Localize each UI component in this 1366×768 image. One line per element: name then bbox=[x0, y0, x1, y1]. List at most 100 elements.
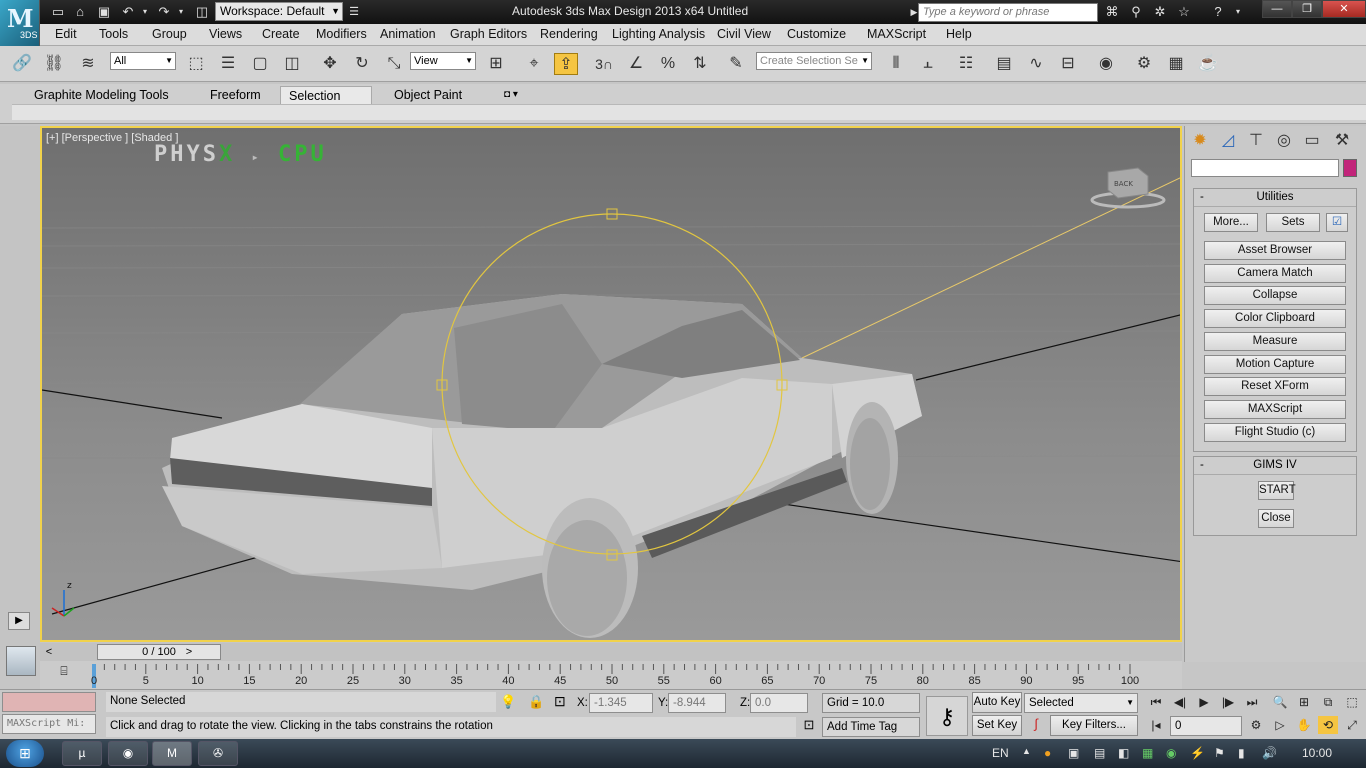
action-center-icon[interactable]: ⚑ bbox=[1214, 746, 1225, 760]
previous-key-icon[interactable]: ◀| bbox=[1170, 693, 1190, 711]
rectangular-selection-icon[interactable]: ▢ bbox=[248, 53, 272, 75]
ribbon-options-dropdown[interactable]: ◘ ▾ bbox=[496, 86, 526, 104]
create-tab-icon[interactable]: ✹ bbox=[1189, 130, 1211, 152]
reset-xform-button[interactable]: Reset XForm bbox=[1204, 377, 1346, 396]
utilities-rollout-header[interactable]: - Utilities bbox=[1194, 189, 1356, 207]
motion-capture-button[interactable]: Motion Capture bbox=[1204, 355, 1346, 374]
time-configuration-icon[interactable]: ⚙ bbox=[1246, 716, 1266, 734]
redo-icon[interactable]: ↷ bbox=[156, 4, 172, 20]
show-hidden-icons-icon[interactable]: ▲ bbox=[1022, 746, 1031, 756]
close-window-button[interactable]: ✕ bbox=[1322, 0, 1366, 18]
chrome-taskbar-icon[interactable]: ◉ bbox=[108, 741, 148, 766]
percent-snap-icon[interactable]: % bbox=[656, 53, 680, 75]
3dsmax-taskbar-icon[interactable]: M bbox=[152, 741, 192, 766]
tray-app-icon[interactable]: ▤ bbox=[1094, 746, 1105, 760]
layer-manager-icon[interactable]: ☷ bbox=[954, 53, 978, 75]
perspective-viewport[interactable]: BACK z [+] [Perspective ] [Shaded ] PHYS… bbox=[40, 126, 1182, 642]
render-setup-icon[interactable]: ⚙ bbox=[1132, 53, 1156, 75]
tab-graphite-modeling-tools[interactable]: Graphite Modeling Tools bbox=[26, 86, 177, 104]
menu-customize[interactable]: Customize bbox=[787, 27, 846, 41]
menu-edit[interactable]: Edit bbox=[55, 27, 77, 41]
undo-icon[interactable]: ↶ bbox=[120, 4, 136, 20]
play-icon[interactable]: ▶ bbox=[1194, 693, 1214, 711]
select-and-link-icon[interactable]: 🔗 bbox=[10, 53, 34, 75]
clock[interactable]: 10:00 bbox=[1302, 746, 1332, 760]
car-model[interactable] bbox=[162, 294, 922, 638]
asset-browser-button[interactable]: Asset Browser bbox=[1204, 241, 1346, 260]
utilities-tab-icon[interactable]: ⚒ bbox=[1331, 130, 1353, 152]
subscription-icon[interactable]: ⚲ bbox=[1128, 4, 1144, 20]
help-dropdown-icon[interactable]: ▾ bbox=[1230, 4, 1246, 20]
network-icon[interactable]: ▮ bbox=[1238, 746, 1245, 760]
reference-coordinate-dropdown[interactable]: View ▼ bbox=[410, 52, 476, 70]
edit-named-selection-icon[interactable]: ✎ bbox=[724, 53, 748, 75]
help-icon[interactable]: ? bbox=[1210, 4, 1226, 20]
language-indicator[interactable]: EN bbox=[992, 746, 1009, 760]
spinner-snap-icon[interactable]: ⇅ bbox=[688, 53, 712, 75]
key-tangent-icon[interactable]: ∫ bbox=[1026, 716, 1046, 736]
zoom-extents-all-icon[interactable]: ⬚ bbox=[1342, 693, 1362, 711]
redo-dropdown-icon[interactable]: ▾ bbox=[176, 4, 186, 20]
start-button[interactable]: ⊞ bbox=[6, 740, 44, 767]
select-and-manipulate-icon[interactable]: ⌖ bbox=[522, 53, 546, 75]
y-coordinate-field[interactable]: -8.944 bbox=[668, 693, 726, 713]
display-tab-icon[interactable]: ▭ bbox=[1301, 130, 1323, 152]
sets-button[interactable]: Sets bbox=[1266, 213, 1320, 232]
timeline-expand-button[interactable]: ▶ bbox=[8, 612, 30, 630]
menu-civil-view[interactable]: Civil View bbox=[717, 27, 771, 41]
maxscript-mini-input[interactable]: MAXScript Mi: bbox=[2, 714, 96, 734]
maxscript-button[interactable]: MAXScript bbox=[1204, 400, 1346, 419]
tray-app-icon[interactable]: ▣ bbox=[1068, 746, 1079, 760]
maximize-viewport-icon[interactable]: ⤢ bbox=[1342, 716, 1362, 734]
set-key-button[interactable]: Set Key bbox=[972, 715, 1022, 736]
binoculars-icon[interactable]: ⌘ bbox=[1104, 4, 1120, 20]
favorites-icon[interactable]: ☆ bbox=[1176, 4, 1192, 20]
more-button[interactable]: More... bbox=[1204, 213, 1258, 232]
go-to-end-icon[interactable]: ⏭ bbox=[1242, 693, 1262, 711]
utorrent-taskbar-icon[interactable]: µ bbox=[62, 741, 102, 766]
menu-graph-editors[interactable]: Graph Editors bbox=[450, 27, 527, 41]
curve-editor-icon[interactable]: ∿ bbox=[1024, 53, 1048, 75]
tray-app-icon[interactable]: ● bbox=[1044, 746, 1051, 760]
absolute-mode-transform-icon[interactable]: ⊡ bbox=[554, 693, 566, 710]
material-editor-icon[interactable]: ◉ bbox=[1094, 53, 1118, 75]
menu-maxscript[interactable]: MAXScript bbox=[867, 27, 926, 41]
snaps-toggle-icon[interactable]: 3∩ bbox=[592, 53, 616, 75]
field-of-view-icon[interactable]: ▷ bbox=[1270, 716, 1290, 734]
move-icon[interactable]: ✥ bbox=[318, 53, 342, 75]
collapse-button[interactable]: Collapse bbox=[1204, 286, 1346, 305]
bind-space-warp-icon[interactable]: ≋ bbox=[76, 53, 100, 75]
angle-snap-icon[interactable]: ∠ bbox=[624, 53, 648, 75]
menu-create[interactable]: Create bbox=[262, 27, 300, 41]
mirror-icon[interactable]: ⫴ bbox=[884, 53, 908, 75]
maxscript-listener-output[interactable] bbox=[2, 692, 96, 712]
object-color-swatch[interactable] bbox=[1343, 159, 1357, 177]
previous-frame-arrow[interactable]: < bbox=[42, 644, 56, 660]
key-mode-toggle-icon[interactable]: |◂ bbox=[1146, 716, 1166, 734]
communication-center-icon[interactable]: ✲ bbox=[1152, 4, 1168, 20]
next-frame-arrow[interactable]: > bbox=[182, 644, 196, 660]
graphite-toggle-icon[interactable]: ▤ bbox=[992, 53, 1016, 75]
trackbar-menu-icon[interactable]: ⌸ bbox=[54, 664, 74, 682]
select-object-icon[interactable]: ⬚ bbox=[184, 53, 208, 75]
menu-animation[interactable]: Animation bbox=[380, 27, 436, 41]
set-keys-key-icon[interactable]: ⚷ bbox=[926, 696, 968, 736]
rotate-icon[interactable]: ↻ bbox=[350, 53, 374, 75]
pivot-center-icon[interactable]: ⊞ bbox=[484, 53, 508, 75]
tab-freeform[interactable]: Freeform bbox=[202, 86, 269, 104]
new-file-icon[interactable]: ▭ bbox=[50, 4, 66, 20]
key-filters-button[interactable]: Key Filters... bbox=[1050, 715, 1138, 736]
current-frame-field[interactable]: 0 bbox=[1170, 716, 1242, 736]
x-coordinate-field[interactable]: -1.345 bbox=[589, 693, 653, 713]
isolate-selection-icon[interactable]: 💡 bbox=[500, 694, 516, 710]
menu-group[interactable]: Group bbox=[152, 27, 187, 41]
zoom-all-icon[interactable]: ⊞ bbox=[1294, 693, 1314, 711]
pan-view-icon[interactable]: ✋ bbox=[1294, 716, 1314, 734]
zoom-extents-icon[interactable]: ⧉ bbox=[1318, 693, 1338, 711]
rendered-frame-window-icon[interactable]: ▦ bbox=[1164, 53, 1188, 75]
flight-studio-button[interactable]: Flight Studio (c) bbox=[1204, 423, 1346, 442]
hierarchy-tab-icon[interactable]: ⊤ bbox=[1245, 130, 1267, 152]
selection-lock-icon[interactable]: 🔒 bbox=[528, 694, 544, 710]
minimize-button[interactable]: — bbox=[1262, 0, 1292, 18]
search-input[interactable]: Type a keyword or phrase bbox=[918, 3, 1098, 22]
